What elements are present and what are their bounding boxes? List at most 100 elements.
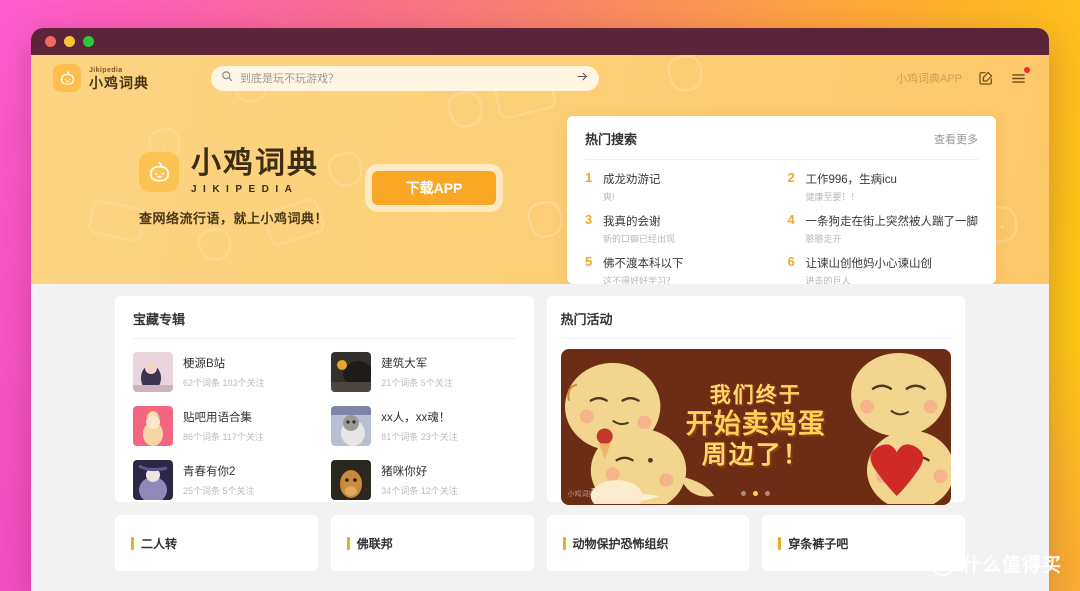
tag-accent-bar [778, 536, 782, 550]
hot-search-more-link[interactable]: 查看更多 [934, 131, 978, 147]
search-icon [221, 69, 233, 87]
hero-section: Jikipedia 小鸡词典 到底是玩不玩游戏？ 小鸡词典APP 小鸡词典 JI… [31, 55, 1049, 284]
hot-search-rank: 2 [787, 170, 795, 185]
site-topbar: Jikipedia 小鸡词典 到底是玩不玩游戏？ 小鸡词典APP [31, 55, 1049, 101]
album-meta: 86个词条 117个关注 [183, 432, 264, 442]
hot-search-item[interactable]: 5 佛不渡本科以下 这不得好好学习？ [585, 254, 772, 284]
album-meta: 62个词条 103个关注 [183, 378, 265, 388]
album-meta: 81个词条 23个关注 [381, 432, 458, 442]
album-name: 梗源B站 [183, 358, 226, 370]
album-item[interactable]: 青春有你2 25个词条 5个关注 [133, 456, 317, 504]
album-item[interactable]: 建筑大军 21个词条 5个关注 [331, 348, 515, 396]
hot-search-subtitle: 进击的巨人 [805, 276, 851, 284]
carousel-dot-active[interactable] [753, 491, 759, 496]
hot-search-card: 热门搜索 查看更多 1 成龙劝游记 爽! 2 工作996，生病icu 健康至要！… [567, 116, 996, 284]
album-item[interactable]: 贴吧用语合集 86个词条 117个关注 [133, 402, 317, 450]
window-maximize-button[interactable] [83, 36, 94, 47]
hot-search-rank: 6 [787, 254, 795, 269]
album-item[interactable]: xx人，xx魂！ 81个词条 23个关注 [331, 402, 515, 450]
search-container: 到底是玩不玩游戏？ [211, 65, 599, 91]
hot-search-rank: 5 [585, 254, 593, 269]
tag-card[interactable]: 动物保护恐怖组织 [546, 515, 750, 571]
albums-grid: 梗源B站 62个词条 103个关注 建筑大军 21个词条 5个关注 贴吧用语合集… [133, 339, 516, 504]
hamburger-menu-icon[interactable] [1010, 66, 1030, 87]
watermark-logo-icon: 值 [930, 551, 955, 576]
hot-search-title: 热门搜索 [585, 132, 638, 147]
banner-line-3: 周边了！ [701, 441, 810, 470]
hot-search-word: 佛不渡本科以下 [603, 258, 684, 270]
hot-search-subtitle: 憨憨走开 [805, 234, 842, 244]
tag-card[interactable]: 佛联邦 [330, 515, 534, 571]
tag-name: 穿条裤子吧 [788, 536, 849, 551]
site-watermark: 值 什么值得买 [930, 550, 1062, 577]
albums-section-title: 宝藏专辑 [133, 309, 516, 339]
treasure-albums-card: 宝藏专辑 梗源B站 62个词条 103个关注 建筑大军 21个词条 5个关注 贴… [115, 296, 534, 502]
hot-search-header: 热门搜索 查看更多 [585, 129, 978, 160]
watermark-text: 什么值得买 [961, 555, 1062, 576]
banner-text: 我们终于 开始卖鸡蛋 周边了！ [685, 383, 826, 470]
hero-tagline: 查网络流行语，就上小鸡词典！ [139, 211, 329, 226]
hot-search-subtitle: 爽! [603, 192, 615, 202]
hot-search-word: 一条狗走在街上突然被人踹了一脚 [805, 216, 979, 228]
site-logo[interactable]: Jikipedia 小鸡词典 [53, 64, 149, 92]
hot-search-word: 工作996，生病icu [805, 174, 897, 186]
album-thumbnail [331, 406, 372, 446]
edit-square-icon[interactable] [978, 70, 994, 86]
window-titlebar [31, 28, 1049, 55]
hot-search-subtitle: 健康至要！！ [805, 192, 860, 202]
topbar-actions: 小鸡词典APP [896, 66, 1030, 87]
album-thumbnail [133, 352, 173, 392]
notification-badge [1024, 66, 1030, 73]
album-item[interactable]: 梗源B站 62个词条 103个关注 [133, 348, 317, 396]
window-minimize-button[interactable] [64, 36, 75, 47]
activity-section-title: 热门活动 [560, 309, 951, 339]
tag-name: 佛联邦 [356, 536, 393, 551]
hot-search-subtitle: 这不得好好学习？ [603, 276, 676, 284]
content-row-primary: 宝藏专辑 梗源B站 62个词条 103个关注 建筑大军 21个词条 5个关注 贴… [31, 296, 1049, 505]
hot-search-item[interactable]: 4 一条狗走在街上突然被人踹了一脚 憨憨走开 [788, 212, 979, 245]
carousel-dot[interactable] [741, 491, 747, 496]
album-meta: 21个词条 5个关注 [381, 378, 453, 388]
hot-search-item[interactable]: 2 工作996，生病icu 健康至要！！ [787, 170, 979, 203]
tag-accent-bar [562, 536, 566, 550]
carousel-dot[interactable] [765, 491, 771, 496]
search-bar[interactable]: 到底是玩不玩游戏？ [211, 65, 599, 91]
banner-line-1: 我们终于 [709, 383, 802, 407]
tag-name: 二人转 [141, 536, 178, 551]
album-meta: 34个词条 12个关注 [381, 486, 458, 496]
hero-chick-logo-icon [139, 152, 179, 192]
album-meta: 25个词条 5个关注 [183, 486, 255, 496]
hot-search-item[interactable]: 6 让谏山创他妈小心谏山创 进击的巨人 [787, 254, 979, 284]
album-thumbnail [331, 460, 372, 500]
album-item[interactable]: 猪咪你好 34个词条 12个关注 [331, 456, 515, 504]
hot-search-word: 成龙劝游记 [603, 174, 661, 186]
hot-search-rank: 1 [585, 170, 593, 185]
album-name: 建筑大军 [381, 358, 428, 370]
search-input[interactable]: 到底是玩不玩游戏？ [240, 70, 569, 86]
banner-line-2: 开始卖鸡蛋 [685, 409, 826, 440]
carousel-dots [561, 491, 951, 496]
hot-search-subtitle: 新的口癖已经出现 [603, 234, 676, 244]
brand-name-cn: 小鸡词典 [89, 74, 149, 91]
hero-title-cn: 小鸡词典 [191, 147, 319, 180]
hot-search-item[interactable]: 1 成龙劝游记 爽! [585, 170, 772, 203]
search-submit-arrow-icon[interactable] [576, 70, 589, 86]
album-thumbnail [133, 460, 173, 500]
hero-title-en: JIKIPEDIA [191, 184, 299, 195]
brand-name-en: Jikipedia [89, 66, 123, 74]
hot-search-word: 让谏山创他妈小心谏山创 [805, 258, 933, 270]
hot-search-word: 我真的会谢 [603, 216, 661, 228]
tag-name: 动物保护恐怖组织 [572, 536, 669, 551]
tag-accent-bar [131, 536, 134, 550]
content-row-tags: 二人转 佛联邦 动物保护恐怖组织 穿条裤子吧 [31, 515, 1049, 571]
app-download-link[interactable]: 小鸡词典APP [896, 70, 962, 86]
album-name: 贴吧用语合集 [183, 412, 252, 424]
album-name: 青春有你2 [183, 466, 236, 478]
hot-search-item[interactable]: 3 我真的会谢 新的口癖已经出现 [585, 212, 772, 245]
tag-card[interactable]: 二人转 [115, 515, 318, 571]
download-app-button[interactable]: 下载APP [372, 171, 497, 205]
activity-banner[interactable]: 我们终于 开始卖鸡蛋 周边了！ 小鸡词典 [560, 349, 951, 505]
chick-logo-icon [53, 64, 81, 92]
hot-activity-card: 热门活动 我们终于 开始卖鸡蛋 周边了！ 小鸡词典 [546, 296, 965, 505]
window-close-button[interactable] [45, 36, 56, 47]
